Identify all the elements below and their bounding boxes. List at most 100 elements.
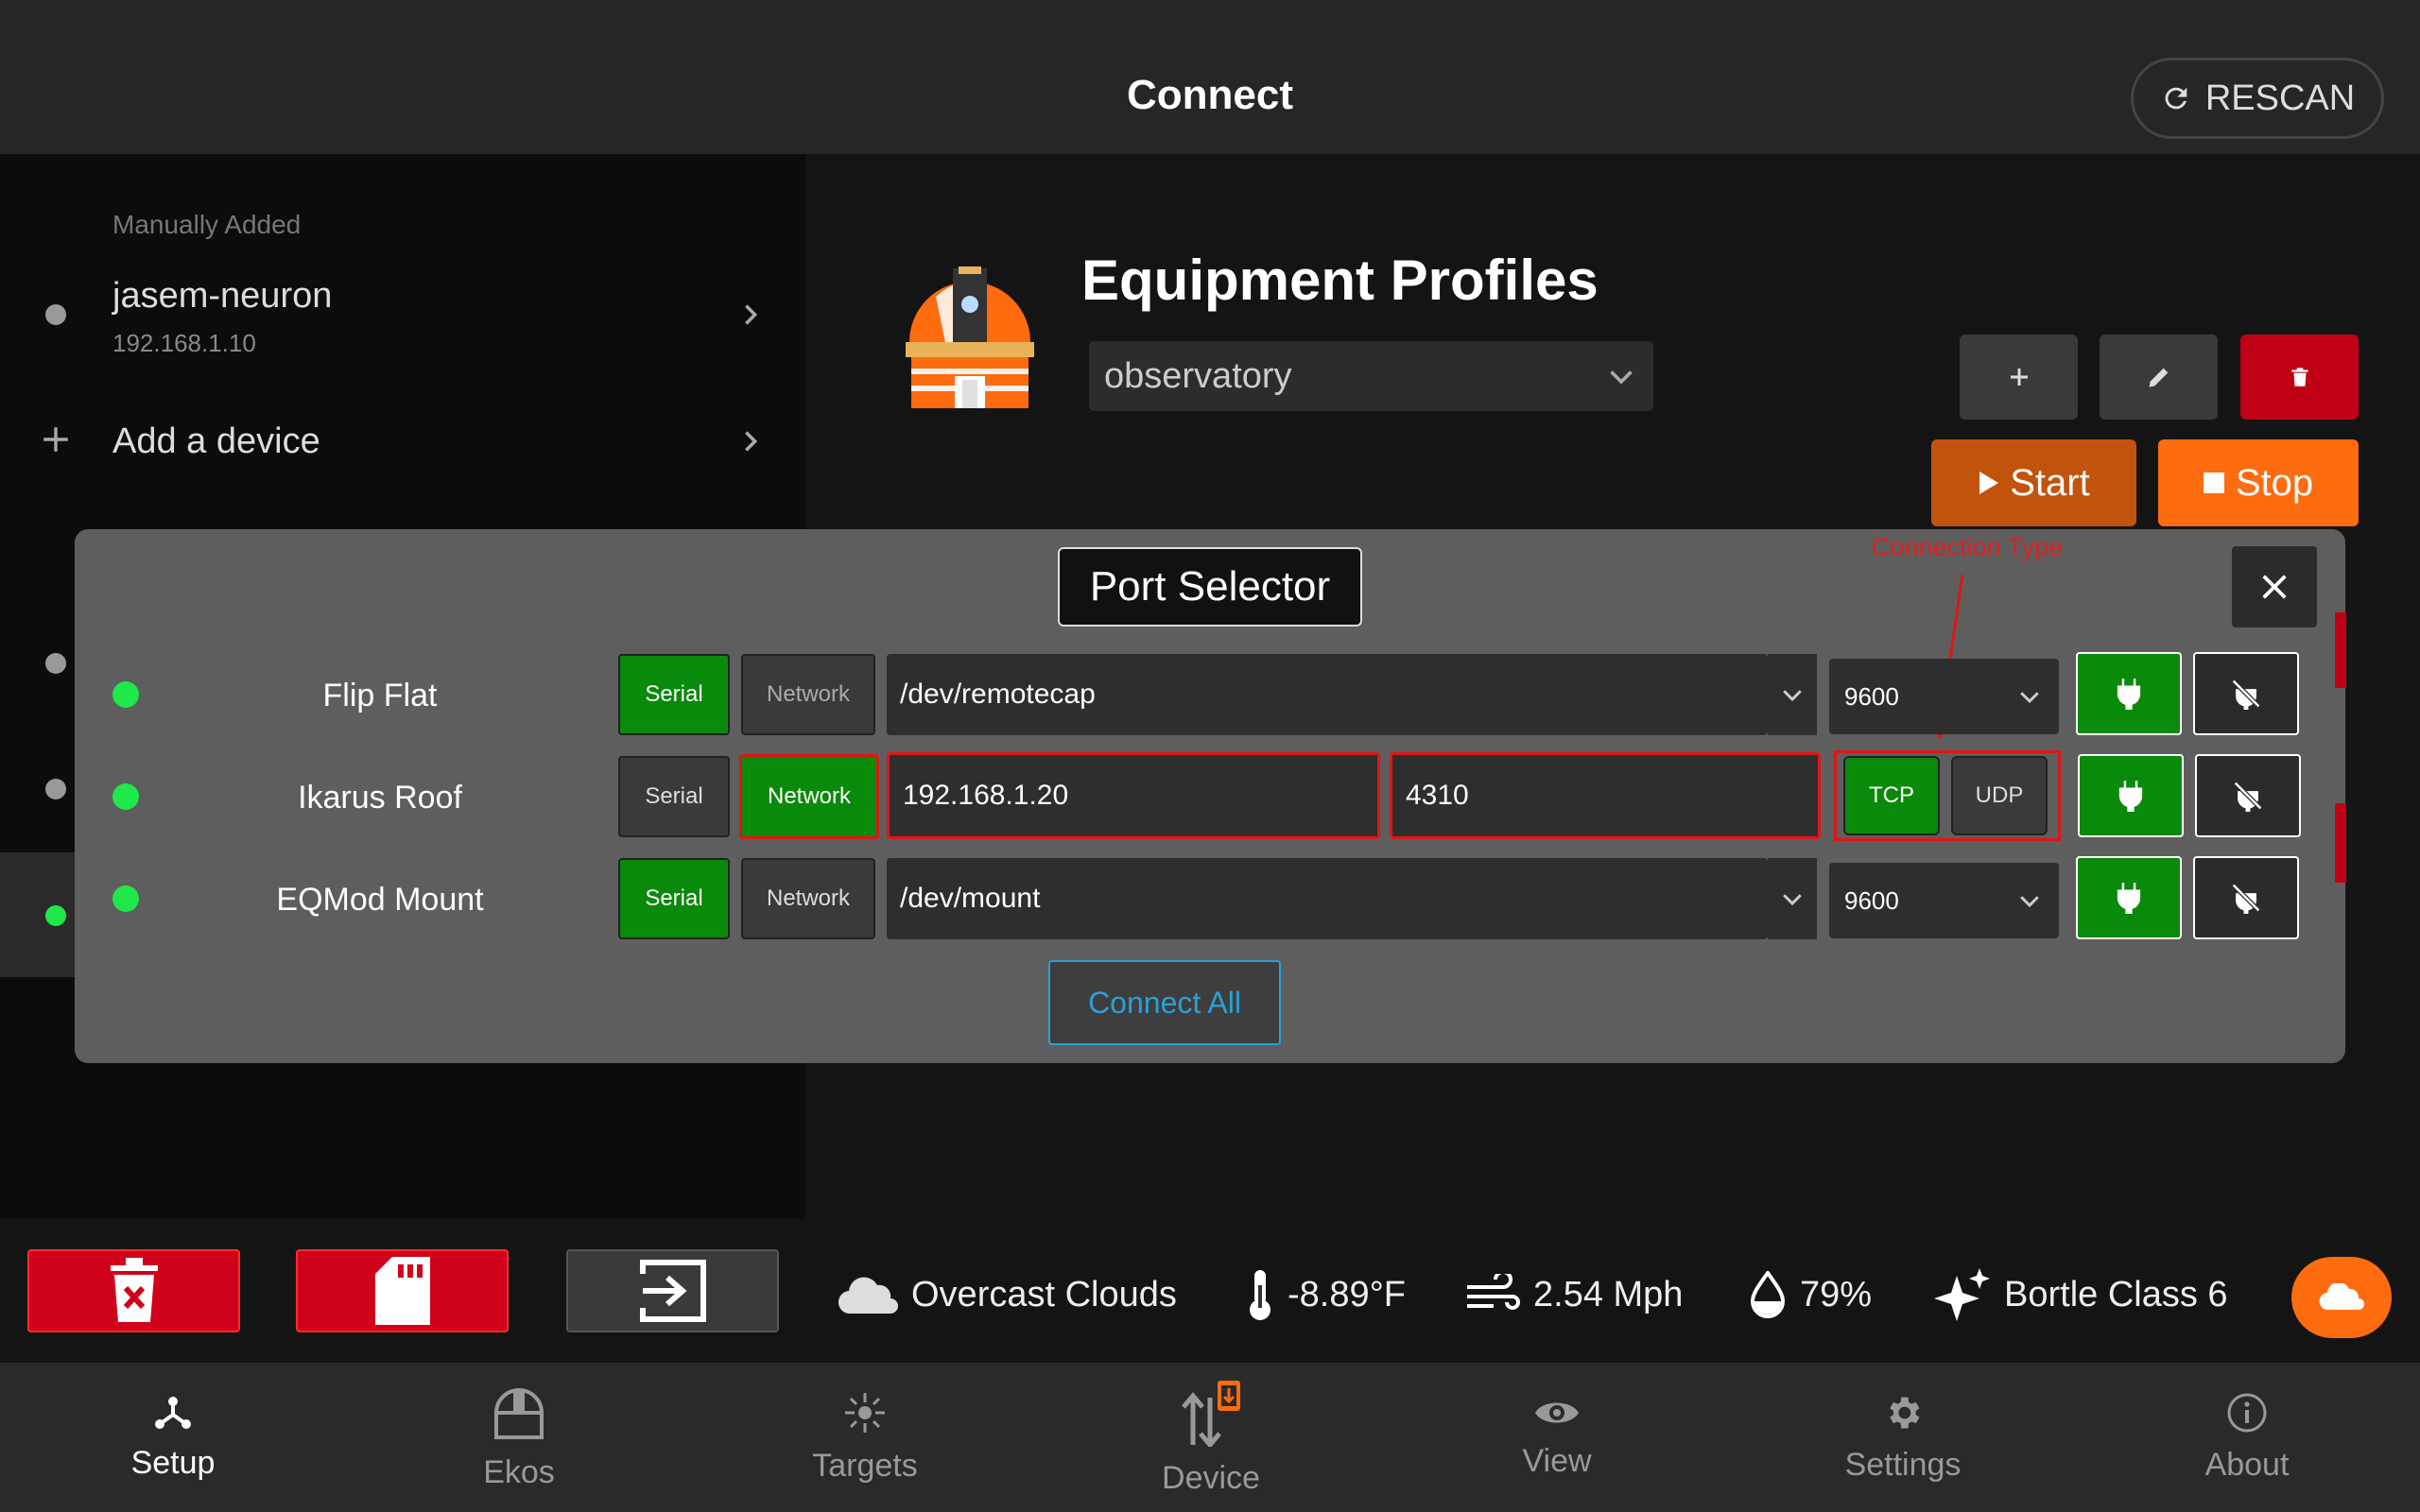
refresh-icon xyxy=(2165,87,2187,110)
host-input[interactable]: 192.168.1.20 xyxy=(887,752,1380,839)
page-title: Connect xyxy=(1127,72,1293,118)
gear-icon xyxy=(1890,1397,1920,1428)
add-profile-button[interactable] xyxy=(1960,335,2078,420)
serial-mode-button[interactable]: Serial xyxy=(618,654,730,735)
baud-rate-value: 9600 xyxy=(1844,681,1899,711)
device-item-jasem-neuron[interactable]: jasem-neuron 192.168.1.10 xyxy=(0,253,805,367)
plug-icon xyxy=(2117,883,2141,914)
device-status-dot xyxy=(45,304,66,325)
port-input[interactable]: 4310 xyxy=(1390,752,1821,839)
delete-profile-button[interactable] xyxy=(2240,335,2359,420)
background-edge xyxy=(2335,612,2346,688)
add-device-label: Add a device xyxy=(112,421,320,461)
dome-icon xyxy=(494,1387,544,1439)
baud-rate-dropdown[interactable]: 9600 xyxy=(1829,659,2059,734)
wind-icon xyxy=(1467,1274,1520,1310)
row-status-dot xyxy=(112,681,139,708)
eye-icon xyxy=(1535,1402,1579,1422)
trash-icon xyxy=(2290,368,2308,387)
network-mode-button[interactable]: Network xyxy=(741,858,875,939)
device-icon xyxy=(1182,1380,1240,1447)
device-status-dot xyxy=(45,779,66,799)
cloud-weather-button[interactable] xyxy=(2291,1257,2392,1338)
start-button[interactable]: Start xyxy=(1931,439,2136,526)
modal-title: Port Selector xyxy=(1058,547,1362,627)
serial-port-dropdown-arrow[interactable] xyxy=(1768,858,1817,939)
serial-mode-button[interactable]: Serial xyxy=(618,756,730,837)
baud-rate-dropdown[interactable]: 9600 xyxy=(1829,863,2059,938)
nav-setup[interactable]: Setup xyxy=(0,1363,346,1512)
plus-icon xyxy=(2010,369,2028,386)
serial-port-dropdown-arrow[interactable] xyxy=(1768,654,1817,735)
nav-device[interactable]: Device xyxy=(1038,1363,1384,1512)
device-status-dot xyxy=(45,653,66,674)
serial-port-value: /dev/mount xyxy=(900,883,1041,914)
profile-dropdown[interactable]: observatory xyxy=(1089,341,1653,411)
chevron-right-icon xyxy=(745,304,758,325)
weather-text: Overcast Clouds xyxy=(911,1274,1177,1314)
device-name: jasem-neuron xyxy=(112,276,333,316)
cloud-icon xyxy=(2319,1283,2364,1311)
chevron-down-icon xyxy=(2020,692,2039,704)
serial-mode-button[interactable]: Serial xyxy=(618,858,730,939)
background-edge xyxy=(2335,803,2346,883)
nav-settings[interactable]: Settings xyxy=(1730,1363,2076,1512)
section-label: Manually Added xyxy=(112,210,302,239)
chevron-down-icon xyxy=(1783,690,1802,702)
plug-icon xyxy=(2118,781,2143,812)
sd-card-button[interactable] xyxy=(296,1249,509,1332)
host-value: 192.168.1.20 xyxy=(903,780,1069,811)
pencil-icon xyxy=(2149,368,2168,387)
network-mode-button[interactable]: Network xyxy=(739,754,879,839)
connect-all-button[interactable]: Connect All xyxy=(1048,960,1281,1045)
serial-port-dropdown[interactable]: /dev/remotecap xyxy=(887,654,1768,735)
disconnect-device-button[interactable] xyxy=(2195,754,2301,837)
profiles-title: Equipment Profiles xyxy=(1081,249,1599,312)
stars-icon xyxy=(1934,1268,1990,1321)
targets-icon xyxy=(845,1392,885,1433)
serial-port-value: /dev/remotecap xyxy=(900,679,1096,710)
logout-button[interactable] xyxy=(566,1249,779,1332)
humidity-icon xyxy=(1750,1271,1786,1318)
nav-ekos[interactable]: Ekos xyxy=(346,1363,692,1512)
clear-button[interactable] xyxy=(27,1249,240,1332)
stop-label: Stop xyxy=(2235,461,2314,504)
disconnect-device-button[interactable] xyxy=(2193,652,2299,735)
start-label: Start xyxy=(2010,461,2090,504)
plug-icon xyxy=(2117,679,2141,710)
serial-port-dropdown[interactable]: /dev/mount xyxy=(887,858,1768,939)
stop-icon xyxy=(2203,472,2224,493)
device-row-name: EQMod Mount xyxy=(276,882,484,918)
humidity-text: 79% xyxy=(1800,1274,1873,1314)
connect-device-button[interactable] xyxy=(2076,856,2182,939)
setup-icon xyxy=(155,1396,191,1429)
add-device-item[interactable]: Add a device xyxy=(0,406,805,478)
nav-label: Settings xyxy=(1844,1446,1962,1483)
observatory-icon xyxy=(906,266,1034,408)
sd-card-icon xyxy=(374,1257,430,1325)
connect-device-button[interactable] xyxy=(2078,754,2184,837)
nav-targets[interactable]: Targets xyxy=(692,1363,1038,1512)
plug-off-icon xyxy=(2233,781,2263,812)
device-status-dot xyxy=(45,905,66,926)
network-mode-button[interactable]: Network xyxy=(741,654,875,735)
connect-device-button[interactable] xyxy=(2076,652,2182,735)
disconnect-device-button[interactable] xyxy=(2193,856,2299,939)
nav-about[interactable]: About xyxy=(2074,1363,2420,1512)
row-status-dot xyxy=(112,885,139,912)
plus-icon xyxy=(43,427,68,452)
play-icon xyxy=(1979,472,1999,494)
rescan-button[interactable]: RESCAN xyxy=(2131,58,2384,139)
nav-label: About xyxy=(2204,1446,2290,1483)
edit-profile-button[interactable] xyxy=(2100,335,2218,420)
chevron-down-icon xyxy=(1610,370,1633,385)
stop-button[interactable]: Stop xyxy=(2158,439,2359,526)
baud-rate-value: 9600 xyxy=(1844,885,1899,915)
port-number-value: 4310 xyxy=(1406,780,1469,811)
udp-button[interactable]: UDP xyxy=(1951,756,2048,835)
nav-view[interactable]: View xyxy=(1384,1363,1730,1512)
trash-x-icon xyxy=(110,1258,158,1322)
nav-label: Targets xyxy=(812,1447,918,1484)
tcp-button[interactable]: TCP xyxy=(1843,756,1940,835)
close-button[interactable] xyxy=(2232,546,2317,627)
